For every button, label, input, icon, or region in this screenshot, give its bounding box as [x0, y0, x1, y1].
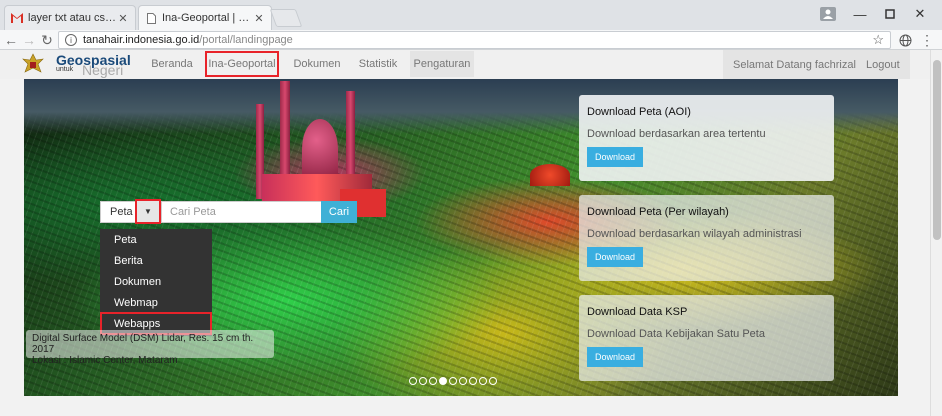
carousel-indicators: [409, 377, 497, 385]
address-toolbar: ← → ↻ i tanahair.indonesia.go.id/portal/…: [0, 30, 942, 50]
url-domain: tanahair.indonesia.go.id: [83, 34, 200, 46]
tab-title: Ina-Geoportal | Geospas: [162, 12, 253, 24]
page-background-right: [898, 79, 930, 396]
close-icon[interactable]: ✕: [117, 12, 129, 25]
panel-download-wilayah: Download Peta (Per wilayah) Download ber…: [579, 195, 834, 281]
caption-line2: Lokasi : Islamic Center, Mataram: [32, 355, 178, 366]
page-scrollbar[interactable]: [930, 50, 942, 416]
panel-desc: Download Data Kebijakan Satu Peta: [587, 328, 765, 340]
nav-beranda[interactable]: Beranda: [144, 51, 200, 77]
url-path: /portal/landingpage: [199, 34, 293, 46]
carousel-dot[interactable]: [489, 377, 497, 385]
chevron-down-icon[interactable]: ▼: [135, 199, 161, 224]
carousel-dot[interactable]: [419, 377, 427, 385]
tab-strip: layer txt atau csv - wiwik ✕ Ina-Geoport…: [0, 0, 942, 30]
download-button[interactable]: Download: [587, 147, 643, 167]
page-icon: [145, 12, 157, 24]
panel-desc: Download berdasarkan wilayah administras…: [587, 228, 802, 240]
gmail-icon: [11, 12, 23, 24]
search-category-select[interactable]: Peta: [100, 201, 136, 223]
dropdown-item-berita[interactable]: Berita: [100, 250, 212, 271]
nav-ina-geoportal[interactable]: Ina-Geoportal: [205, 51, 279, 77]
carousel-dot[interactable]: [479, 377, 487, 385]
panel-download-ksp: Download Data KSP Download Data Kebijaka…: [579, 295, 834, 381]
nav-pengaturan[interactable]: Pengaturan: [410, 51, 474, 77]
site-header: Geospasial untuk Negeri Beranda Ina-Geop…: [0, 50, 942, 79]
panel-title: Download Peta (Per wilayah): [587, 206, 729, 218]
dome-shape: [530, 164, 570, 186]
info-icon[interactable]: i: [65, 34, 77, 46]
logo-sub: Negeri: [82, 62, 124, 78]
dome-shape: [302, 119, 338, 179]
scrollbar-thumb[interactable]: [933, 60, 941, 240]
search-button[interactable]: Cari: [321, 201, 357, 223]
dropdown-item-dokumen[interactable]: Dokumen: [100, 271, 212, 292]
page-background-bottom: [0, 396, 930, 416]
panel-download-aoi: Download Peta (AOI) Download berdasarkan…: [579, 95, 834, 181]
tab-title: layer txt atau csv - wiwik: [28, 12, 117, 24]
logo-small: untuk: [56, 66, 74, 73]
panel-title: Download Data KSP: [587, 306, 688, 318]
logout-link[interactable]: Logout: [866, 50, 900, 79]
address-bar[interactable]: i tanahair.indonesia.go.id/portal/landin…: [58, 31, 891, 49]
globe-icon[interactable]: [896, 31, 914, 49]
carousel-dot[interactable]: [449, 377, 457, 385]
tab-gmail[interactable]: layer txt atau csv - wiwik ✕: [4, 5, 136, 30]
carousel-dot[interactable]: [439, 377, 447, 385]
image-caption: Digital Surface Model (DSM) Lidar, Res. …: [26, 330, 274, 366]
nav-dokumen[interactable]: Dokumen: [289, 51, 345, 77]
new-tab-button[interactable]: [269, 9, 303, 27]
nav-statistik[interactable]: Statistik: [352, 51, 404, 77]
search-input[interactable]: [161, 201, 322, 223]
tab-geoportal[interactable]: Ina-Geoportal | Geospas ✕: [138, 5, 272, 30]
dropdown-item-peta[interactable]: Peta: [100, 229, 212, 250]
search-category-dropdown: Peta Berita Dokumen Webmap Webapps: [100, 229, 212, 336]
carousel-dot[interactable]: [469, 377, 477, 385]
back-icon[interactable]: ←: [2, 31, 20, 49]
reload-icon[interactable]: ↻: [38, 31, 56, 49]
star-icon[interactable]: ☆: [872, 32, 884, 48]
dropdown-item-webmap[interactable]: Webmap: [100, 292, 212, 313]
welcome-text[interactable]: Selamat Datang fachrizal: [733, 50, 856, 79]
profile-icon[interactable]: [818, 4, 838, 24]
garuda-emblem-icon[interactable]: [22, 53, 44, 75]
minimize-icon[interactable]: —: [850, 4, 870, 24]
carousel-dot[interactable]: [409, 377, 417, 385]
forward-icon[interactable]: →: [20, 31, 38, 49]
panel-desc: Download berdasarkan area tertentu: [587, 128, 766, 140]
page-background-left: [0, 79, 24, 396]
close-window-icon[interactable]: ✕: [910, 4, 930, 24]
download-button[interactable]: Download: [587, 247, 643, 267]
carousel-dot[interactable]: [429, 377, 437, 385]
menu-icon[interactable]: ⋮: [918, 31, 936, 49]
carousel-dot[interactable]: [459, 377, 467, 385]
close-icon[interactable]: ✕: [253, 12, 265, 25]
caption-line1: Digital Surface Model (DSM) Lidar, Res. …: [32, 333, 254, 355]
panel-title: Download Peta (AOI): [587, 106, 691, 118]
maximize-icon[interactable]: [880, 4, 900, 24]
download-button[interactable]: Download: [587, 347, 643, 367]
